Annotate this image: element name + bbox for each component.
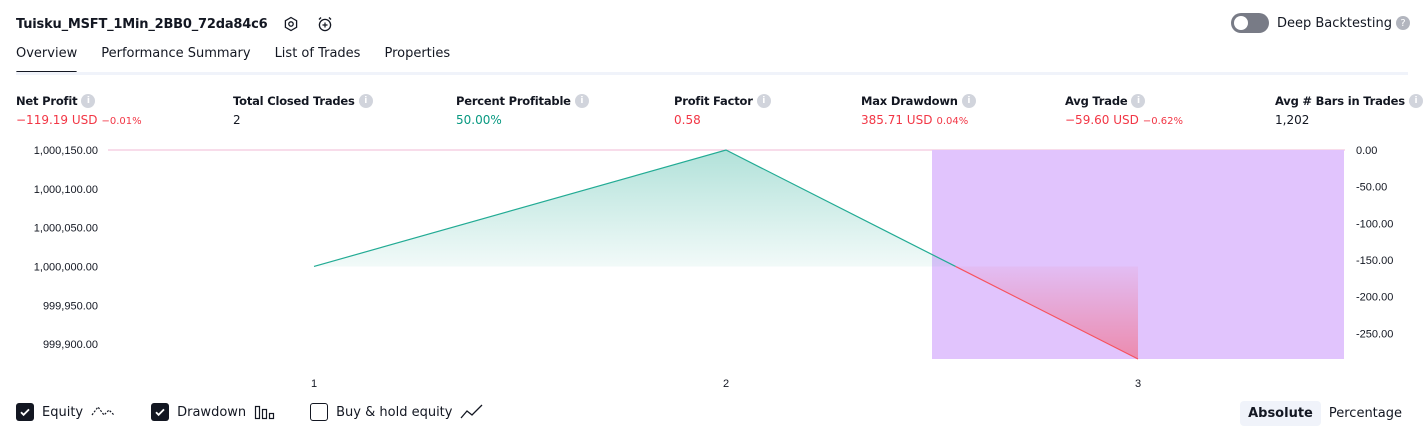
metric-value: 2 <box>233 113 241 127</box>
equity-label: Equity <box>42 404 84 420</box>
strategy-name: Tuisku_MSFT_1Min_2BB0_72da84c6 <box>16 16 268 32</box>
x-axis-tick-label: 3 <box>1135 378 1141 390</box>
metric-percent: 0.04% <box>936 116 969 127</box>
metric-value: 385.71 USD <box>861 113 933 127</box>
info-icon[interactable]: i <box>574 94 589 108</box>
metric-label: Avg # Bars in Trades <box>1275 94 1405 108</box>
equity-line-icon <box>91 403 117 421</box>
right-axis-tick-label: -150.00 <box>1356 255 1393 267</box>
absolute-button[interactable]: Absolute <box>1240 401 1321 426</box>
tab-list-of-trades[interactable]: List of Trades <box>275 46 361 74</box>
metric-net-profit: Net Profit i −119.19 USD −0.01% <box>16 94 142 127</box>
metric-avg-trade: Avg Trade i −59.60 USD −0.62% <box>1065 94 1183 127</box>
metric-label: Profit Factor <box>674 94 753 108</box>
left-axis-tick-label: 1,000,100.00 <box>34 184 98 196</box>
right-axis-tick-label: -100.00 <box>1356 218 1393 230</box>
percentage-button[interactable]: Percentage <box>1321 401 1410 426</box>
info-icon[interactable]: i <box>358 94 373 108</box>
metric-value: −59.60 USD <box>1065 113 1139 127</box>
drawdown-label: Drawdown <box>177 404 247 420</box>
equity-gain-area <box>314 150 956 267</box>
strategy-header: Tuisku_MSFT_1Min_2BB0_72da84c6 <box>16 12 335 36</box>
metric-total-closed-trades: Total Closed Trades i 2 <box>233 94 373 127</box>
info-icon[interactable]: i <box>756 94 771 108</box>
metric-value: 1,202 <box>1275 113 1310 127</box>
info-icon[interactable]: i <box>81 94 96 108</box>
metric-value: 50.00% <box>456 113 502 127</box>
buy-hold-line-icon <box>460 403 484 421</box>
tab-bar: Overview Performance Summary List of Tra… <box>16 46 474 74</box>
buy-hold-label: Buy & hold equity <box>336 404 453 420</box>
value-mode-switch: Absolute Percentage <box>1240 401 1410 426</box>
left-axis-tick-label: 999,950.00 <box>43 300 98 312</box>
info-icon[interactable]: i <box>1131 94 1146 108</box>
checkbox-checked-icon[interactable] <box>16 403 34 421</box>
deep-backtesting-toggle[interactable] <box>1230 13 1269 33</box>
deep-backtesting: Deep Backtesting ? <box>1230 13 1410 33</box>
x-axis-tick-label: 2 <box>723 378 729 390</box>
chart-legend: Equity Drawdown Buy & hold equity <box>16 403 518 421</box>
right-axis-tick-label: -50.00 <box>1356 182 1387 194</box>
buy-hold-toggle[interactable]: Buy & hold equity <box>310 403 484 421</box>
equity-chart[interactable]: 1,000,150.00 1,000,100.00 1,000,050.00 1,00… <box>0 140 1424 398</box>
checkbox-checked-icon[interactable] <box>151 403 170 421</box>
drawdown-bars-icon <box>254 403 276 421</box>
settings-icon[interactable] <box>281 14 301 34</box>
deep-backtesting-label: Deep Backtesting <box>1276 15 1392 31</box>
tabs-divider <box>16 72 1408 75</box>
tab-overview[interactable]: Overview <box>16 46 78 74</box>
left-axis-tick-label: 1,000,150.00 <box>34 145 98 157</box>
metric-label: Net Profit <box>16 94 78 108</box>
help-icon[interactable]: ? <box>1396 16 1410 30</box>
tab-performance-summary[interactable]: Performance Summary <box>101 46 250 74</box>
metric-value: −119.19 USD <box>16 113 98 127</box>
metric-label: Avg Trade <box>1065 94 1128 108</box>
right-axis-tick-label: -200.00 <box>1356 292 1393 304</box>
right-axis-tick-label: -250.00 <box>1356 328 1393 340</box>
metric-label: Percent Profitable <box>456 94 571 108</box>
metric-label: Max Drawdown <box>861 94 958 108</box>
alarm-add-icon[interactable] <box>315 14 335 34</box>
metric-percent-profitable: Percent Profitable i 50.00% <box>456 94 589 127</box>
checkbox-unchecked-icon[interactable] <box>310 403 329 421</box>
metric-percent: −0.01% <box>101 116 142 127</box>
right-axis-tick-label: 0.00 <box>1356 145 1377 157</box>
info-icon[interactable]: i <box>1408 94 1423 108</box>
metric-value: 0.58 <box>674 113 701 127</box>
metric-label: Total Closed Trades <box>233 94 355 108</box>
left-axis-tick-label: 1,000,050.00 <box>34 223 98 235</box>
metric-profit-factor: Profit Factor i 0.58 <box>674 94 771 127</box>
drawdown-toggle[interactable]: Drawdown <box>151 403 276 421</box>
info-icon[interactable]: i <box>961 94 976 108</box>
left-axis-tick-label: 1,000,000.00 <box>34 261 98 273</box>
metric-avg-bars-in-trades: Avg # Bars in Trades i 1,202 <box>1275 94 1423 127</box>
metric-percent: −0.62% <box>1142 116 1184 127</box>
left-axis-tick-label: 999,900.00 <box>43 339 98 351</box>
metric-max-drawdown: Max Drawdown i 385.71 USD 0.04% <box>861 94 976 127</box>
x-axis-tick-label: 1 <box>311 378 317 390</box>
equity-toggle[interactable]: Equity <box>16 403 117 421</box>
tab-properties[interactable]: Properties <box>384 46 450 74</box>
